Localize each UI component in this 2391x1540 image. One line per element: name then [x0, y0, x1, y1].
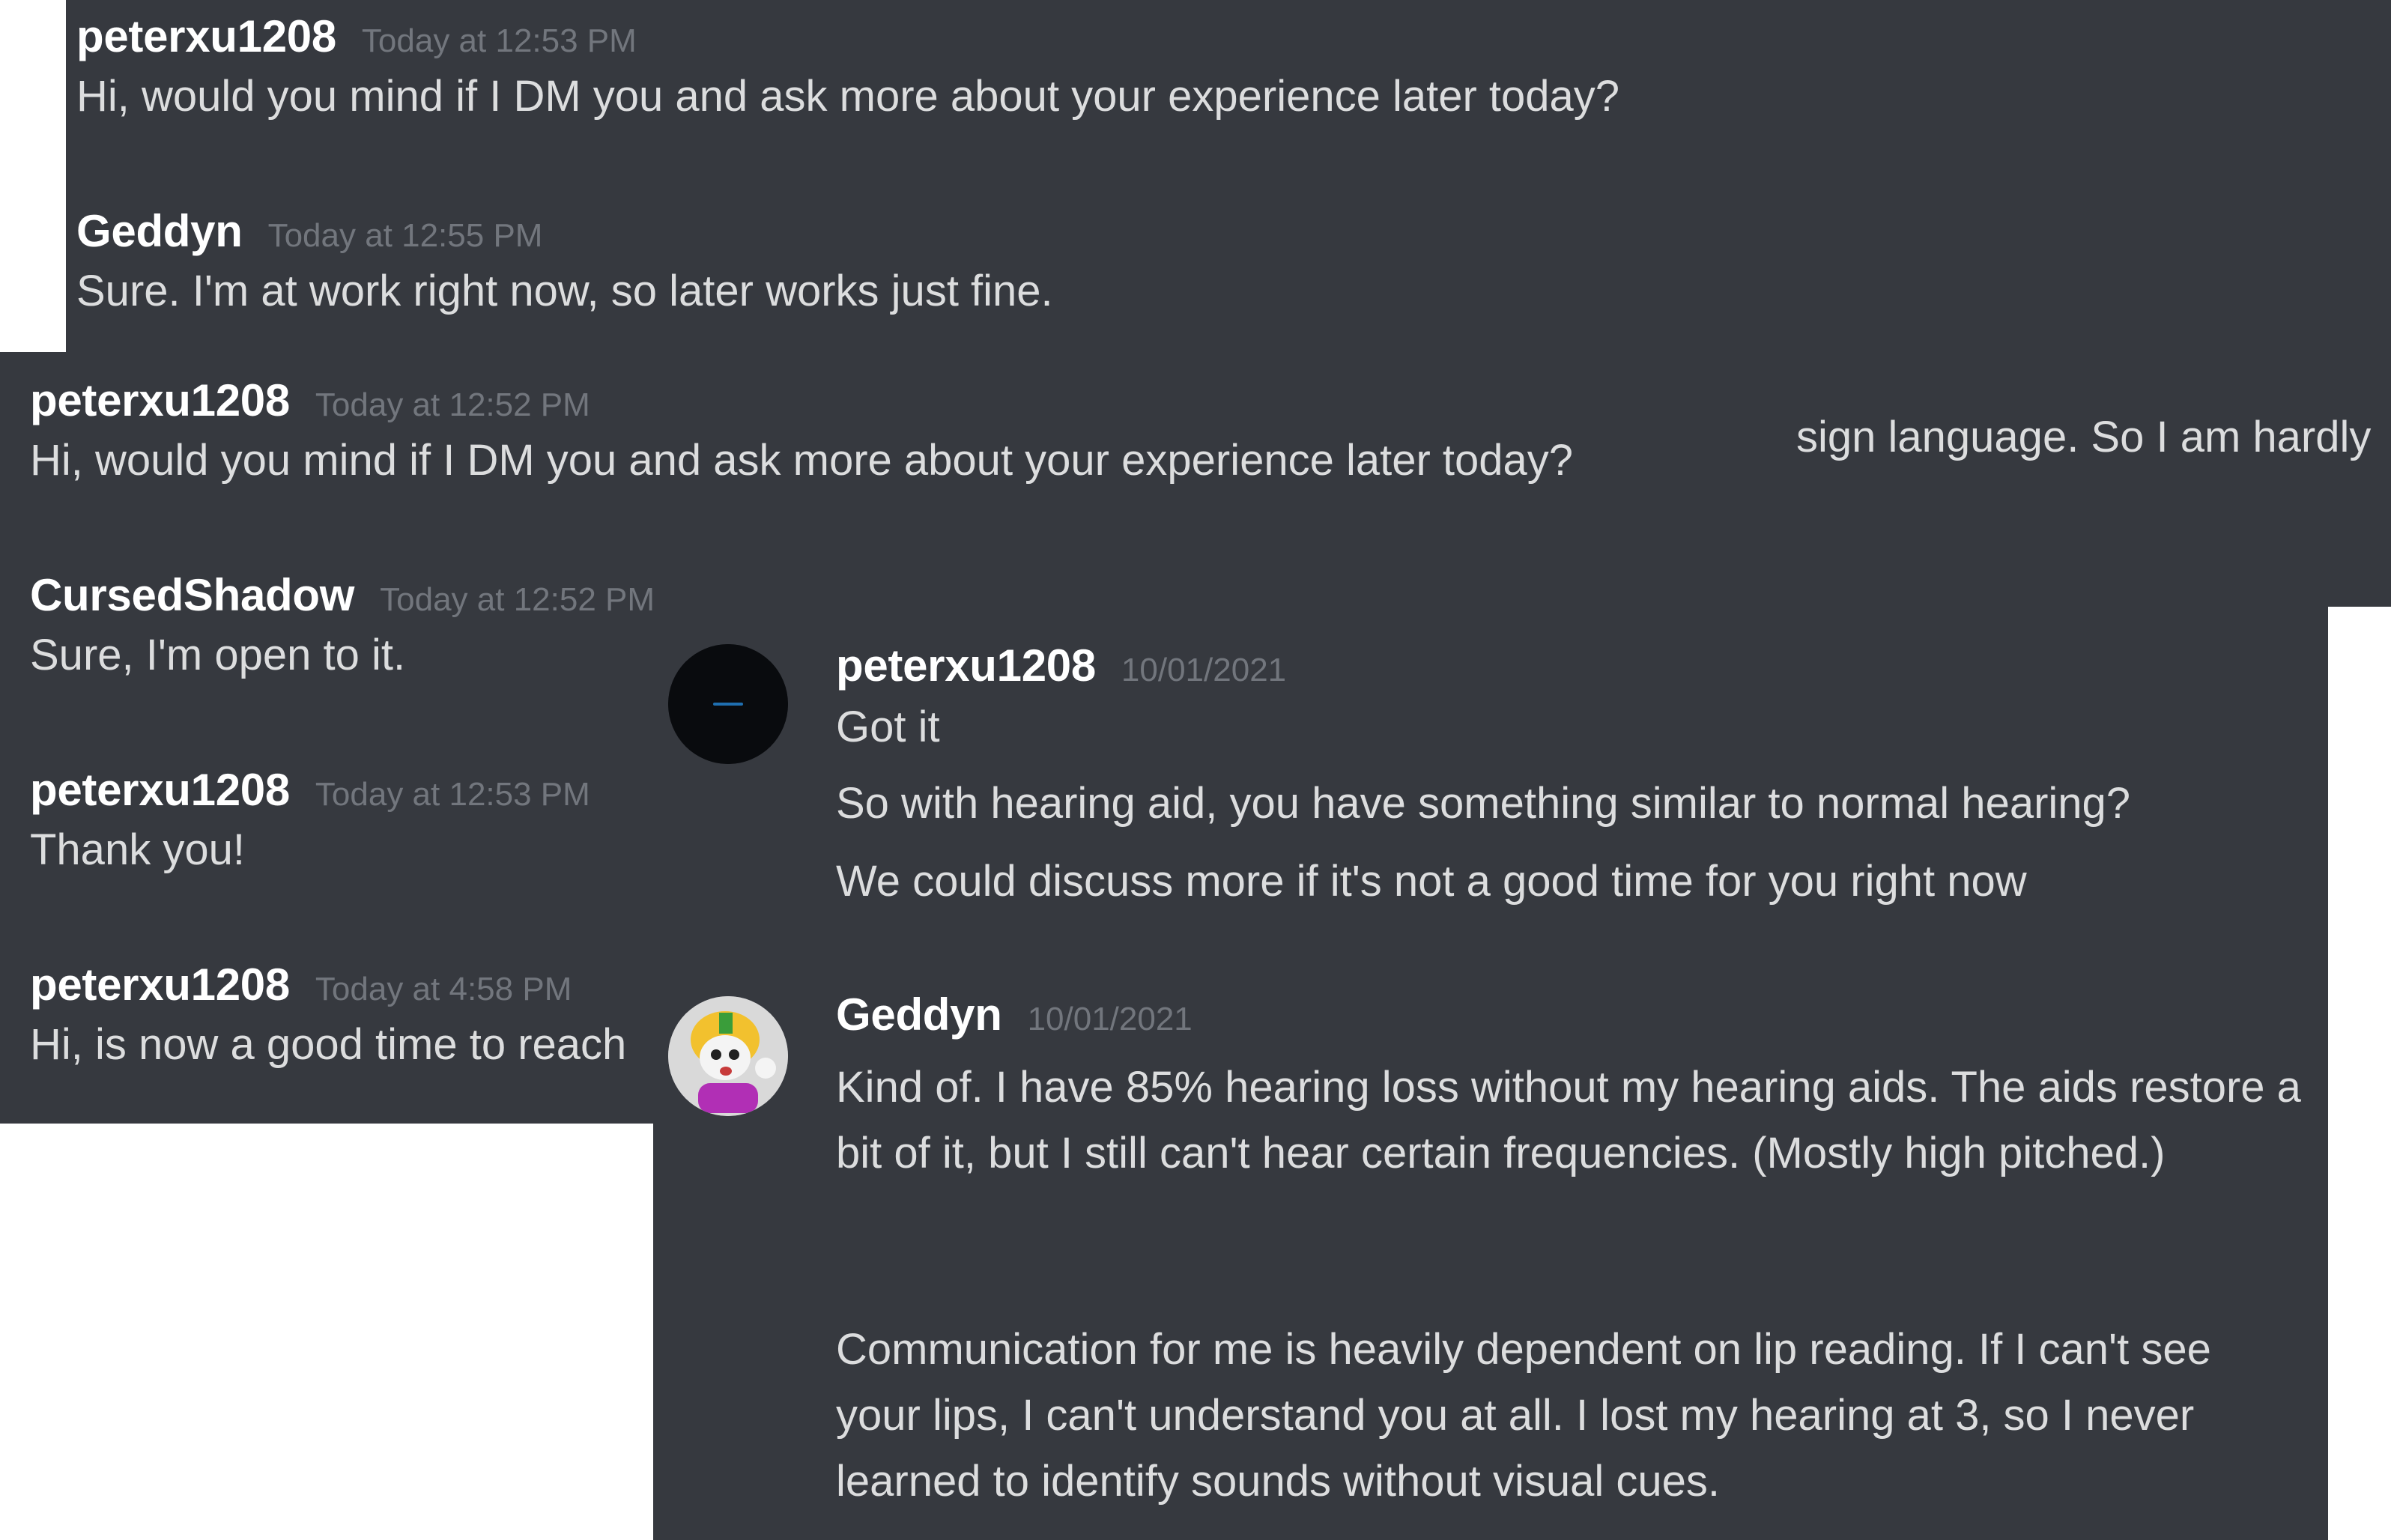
- message-timestamp: Today at 12:55 PM: [267, 217, 543, 254]
- dark-avatar-icon[interactable]: [668, 644, 788, 764]
- cartoon-helmet-avatar-icon[interactable]: [668, 996, 788, 1116]
- message-paragraph: Communication for me is heavily dependen…: [836, 1325, 2211, 1506]
- message-item: Geddyn Today at 12:55 PM Sure. I'm at wo…: [76, 205, 1053, 324]
- message-item: peterxu1208 Today at 12:53 PM Thank you!: [30, 764, 590, 883]
- message-paragraph: Kind of. I have 85% hearing loss without…: [836, 1063, 2301, 1177]
- message-item: peterxu1208 Today at 12:53 PM Hi, would …: [76, 10, 1619, 130]
- message-item: peterxu1208 Today at 4:58 PM Hi, is now …: [30, 959, 626, 1078]
- message-username[interactable]: peterxu1208: [30, 959, 290, 1010]
- message-username[interactable]: peterxu1208: [30, 764, 290, 816]
- message-text: Sure. I'm at work right now, so later wo…: [76, 267, 1053, 315]
- message-username[interactable]: Geddyn: [76, 205, 243, 257]
- message-timestamp: Today at 12:52 PM: [380, 581, 655, 618]
- message-timestamp: Today at 12:53 PM: [361, 22, 637, 59]
- message-text: Hi, would you mind if I DM you and ask m…: [30, 436, 1574, 485]
- message-line: Got it: [836, 703, 940, 751]
- message-line: So with hearing aid, you have something …: [836, 779, 2131, 828]
- message-item: CursedShadow Today at 12:52 PM Sure, I'm…: [30, 569, 655, 688]
- message-line: We could discuss more if it's not a good…: [836, 857, 2027, 906]
- message-item: peterxu1208 10/01/2021 Got it So with he…: [836, 640, 2130, 915]
- message-timestamp: 10/01/2021: [1121, 652, 1287, 688]
- message-username[interactable]: peterxu1208: [30, 375, 290, 426]
- message-username[interactable]: CursedShadow: [30, 569, 354, 621]
- message-text: Hi, is now a good time to reach: [30, 1020, 627, 1069]
- message-username[interactable]: Geddyn: [836, 989, 1002, 1040]
- message-timestamp: Today at 4:58 PM: [315, 971, 572, 1007]
- message-text: Sure, I'm open to it.: [30, 631, 406, 679]
- chat-panel-top: peterxu1208 Today at 12:53 PM Hi, would …: [66, 0, 2391, 352]
- message-text: Hi, would you mind if I DM you and ask m…: [76, 72, 1620, 121]
- message-username[interactable]: peterxu1208: [836, 640, 1096, 691]
- message-item: Geddyn 10/01/2021: [836, 989, 1193, 1040]
- message-timestamp: Today at 12:53 PM: [315, 776, 590, 813]
- message-text: Thank you!: [30, 825, 245, 874]
- message-timestamp: 10/01/2021: [1027, 1001, 1193, 1037]
- partial-message-text: sign language. So I am hardly: [1796, 403, 2371, 470]
- partial-text: sign language. So I am hardly: [1796, 413, 2372, 461]
- message-username[interactable]: peterxu1208: [76, 10, 336, 62]
- message-timestamp: Today at 12:52 PM: [315, 386, 590, 423]
- message-item: peterxu1208 Today at 12:52 PM Hi, would …: [30, 375, 1573, 494]
